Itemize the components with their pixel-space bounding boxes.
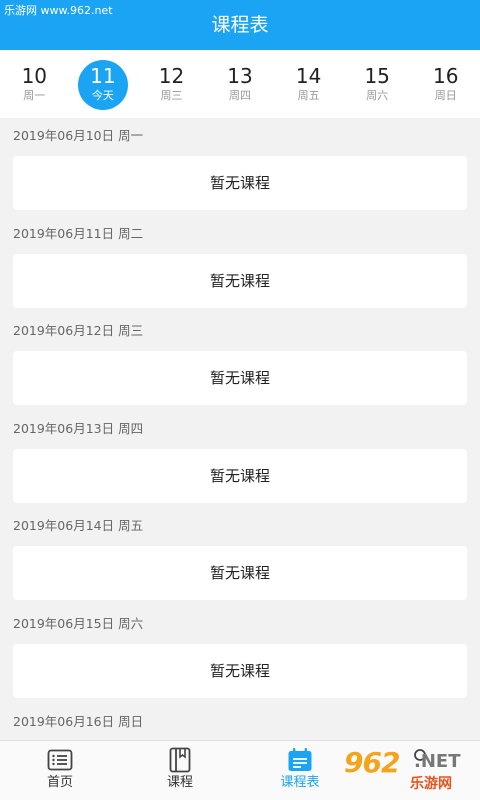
day-12[interactable]: 12 周三 (137, 50, 206, 118)
date-label: 2019年06月10日 周一 (13, 128, 144, 143)
course-card[interactable]: 暂无课程 (13, 156, 467, 210)
day-section: 2019年06月10日 周一 暂无课程 (0, 118, 480, 216)
day-section: 2019年06月14日 周五 暂无课程 (0, 508, 480, 606)
course-card[interactable]: 暂无课程 (13, 546, 467, 601)
day-weekday: 周五 (297, 89, 320, 102)
day-section: 2019年06月13日 周四 暂无课程 (0, 411, 480, 509)
day-weekday: 周六 (366, 89, 389, 102)
page-title: 课程表 (211, 14, 269, 36)
week-strip: 10 周一 11 今天 12 周三 13 周四 14 周五 15 周六 16 周日 (0, 50, 480, 118)
tab-courses[interactable]: 课程 (120, 741, 240, 800)
tab-label: 首页 (46, 775, 73, 790)
day-number: 13 (227, 64, 253, 88)
course-card[interactable]: 暂无课程 (13, 253, 467, 308)
day-13[interactable]: 13 周四 (206, 50, 275, 118)
day-number: 16 (433, 64, 459, 88)
day-weekday: 周日 (434, 89, 457, 102)
day-section: 2019年06月12日 周三 暂无课程 (0, 313, 480, 411)
day-number: 15 (364, 64, 390, 88)
tab-home[interactable]: 首页 (0, 741, 120, 800)
date-label: 2019年06月11日 周二 (13, 225, 144, 241)
day-14[interactable]: 14 周五 (274, 50, 343, 118)
day-section: 2019年06月11日 周二 暂无课程 (0, 216, 480, 314)
calendar-icon (288, 748, 312, 771)
tab-label: 课程 (166, 775, 193, 790)
course-card[interactable]: 暂无课程 (13, 351, 467, 406)
day-15[interactable]: 15 周六 (343, 50, 412, 118)
watermark-logo-site: 乐游网 (410, 776, 452, 792)
day-weekday: 周四 (229, 89, 252, 102)
day-number: 11 (90, 64, 116, 88)
date-label: 2019年06月16日 周日 (13, 713, 144, 729)
watermark-logo: 962 .NET 乐游网 (344, 745, 476, 797)
day-16[interactable]: 16 周日 (411, 50, 480, 118)
day-number: 12 (158, 64, 185, 88)
course-card[interactable]: 暂无课程 (13, 448, 467, 503)
date-label: 2019年06月12日 周三 (13, 323, 144, 339)
day-10[interactable]: 10 周一 (0, 50, 69, 118)
app-header: 乐游网 www.962.net 课程表 (0, 0, 480, 50)
day-11-today[interactable]: 11 今天 (69, 50, 138, 118)
schedule-list[interactable]: 2019年06月10日 周一 暂无课程 2019年06月11日 周二 暂无课程 … (0, 118, 480, 740)
course-card[interactable]: 暂无课程 (13, 643, 467, 698)
day-number: 10 (21, 64, 48, 88)
watermark-logo-net: .NET (414, 751, 461, 772)
day-weekday: 周一 (23, 89, 46, 102)
date-label: 2019年06月15日 周六 (13, 615, 144, 631)
day-weekday: 周三 (160, 89, 183, 102)
day-section: 2019年06月15日 周六 暂无课程 (0, 606, 480, 704)
date-label: 2019年06月14日 周五 (13, 518, 144, 534)
day-number: 14 (295, 64, 322, 88)
book-icon (169, 747, 191, 773)
tab-schedule[interactable]: 课程表 (240, 741, 360, 800)
date-label: 2019年06月13日 周四 (13, 420, 144, 436)
day-section: 2019年06月16日 周日 (0, 704, 480, 740)
day-weekday: 今天 (91, 89, 114, 102)
tab-label: 课程表 (280, 775, 320, 790)
home-list-icon (47, 749, 73, 771)
watermark-logo-number: 962 (344, 746, 400, 779)
